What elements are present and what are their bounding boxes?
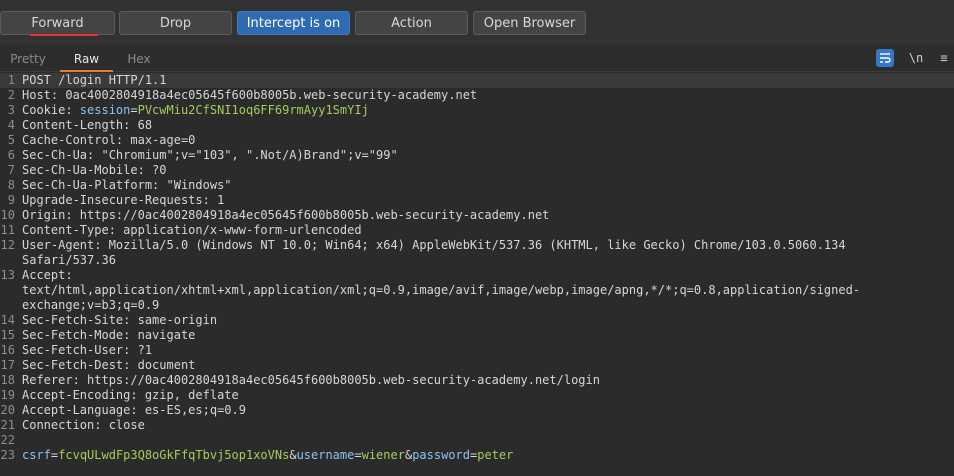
header-line: 15 Sec-Fetch-Mode: navigate (0, 328, 196, 342)
header-line: 20 Accept-Language: es-ES,es;q=0.9 (0, 403, 246, 417)
header-line: 11 Content-Type: application/x-www-form-u… (0, 223, 362, 237)
proxy-toolbar: Forward Drop Intercept is on Action Open… (0, 0, 954, 44)
header-line: 5 Cache-Control: max-age=0 (7, 133, 196, 147)
header-line: 14 Sec-Fetch-Site: same-origin (0, 313, 218, 327)
tab-hex[interactable]: Hex (116, 44, 162, 72)
forward-button[interactable]: Forward (0, 11, 115, 35)
header-line: 19 Accept-Encoding: gzip, deflate (0, 388, 239, 402)
header-line: 17 Sec-Fetch-Dest: document (0, 358, 196, 372)
header-line: 13 Accept: (0, 268, 73, 282)
header-line: 18 Referer: https://0ac4002804918a4ec0564… (0, 373, 600, 387)
open-browser-button[interactable]: Open Browser (473, 11, 586, 35)
newline-icon[interactable]: \n (906, 49, 926, 67)
header-line-wrap: text/html,application/xhtml+xml,applicat… (22, 283, 861, 297)
message-view-tabs: Pretty Raw Hex (0, 44, 954, 72)
header-line: 7 Sec-Ch-Ua-Mobile: ?0 (7, 163, 167, 177)
request-body-line: 23 csrf=fcvqULwdFp3Q8oGkFfqTbvj5op1xoVNs&… (0, 448, 514, 462)
header-line-wrap: Safari/537.36 (22, 253, 116, 267)
intercept-toggle-button[interactable]: Intercept is on (237, 11, 350, 35)
header-line-wrap: exchange;v=b3;q=0.9 (22, 298, 160, 312)
header-line: 12 User-Agent: Mozilla/5.0 (Windows NT 10… (0, 238, 846, 252)
action-button[interactable]: Action (355, 11, 468, 35)
cookie-line: 3 Cookie: session=PVcwMiu2CfSNI1oq6FF69rm… (7, 103, 369, 117)
word-wrap-icon[interactable] (876, 49, 894, 67)
header-line: 8 Sec-Ch-Ua-Platform: "Windows" (7, 178, 232, 192)
header-line: 9 Upgrade-Insecure-Requests: 1 (7, 193, 225, 207)
header-line: 16 Sec-Fetch-User: ?1 (0, 343, 153, 357)
tab-raw[interactable]: Raw (60, 44, 113, 72)
header-line: 4 Content-Length: 68 (7, 118, 153, 132)
request-editor[interactable]: 1 POST /login HTTP/1.1 2 Host: 0ac40028049… (0, 73, 954, 476)
blank-line: 22 (0, 433, 15, 447)
header-line: 6 Sec-Ch-Ua: "Chromium";v="103", ".Not/A)… (7, 148, 398, 162)
request-line: 1 POST /login HTTP/1.1 (0, 73, 954, 88)
drop-button[interactable]: Drop (119, 11, 232, 35)
header-line: 21 Connection: close (0, 418, 145, 432)
menu-icon[interactable]: ≡ (936, 49, 952, 67)
header-line: 2 Host: 0ac4002804918a4ec05645f600b8005b.… (7, 88, 478, 102)
header-line: 10 Origin: https://0ac4002804918a4ec05645… (0, 208, 550, 222)
tab-pretty[interactable]: Pretty (0, 44, 56, 72)
forward-underline (30, 34, 98, 36)
